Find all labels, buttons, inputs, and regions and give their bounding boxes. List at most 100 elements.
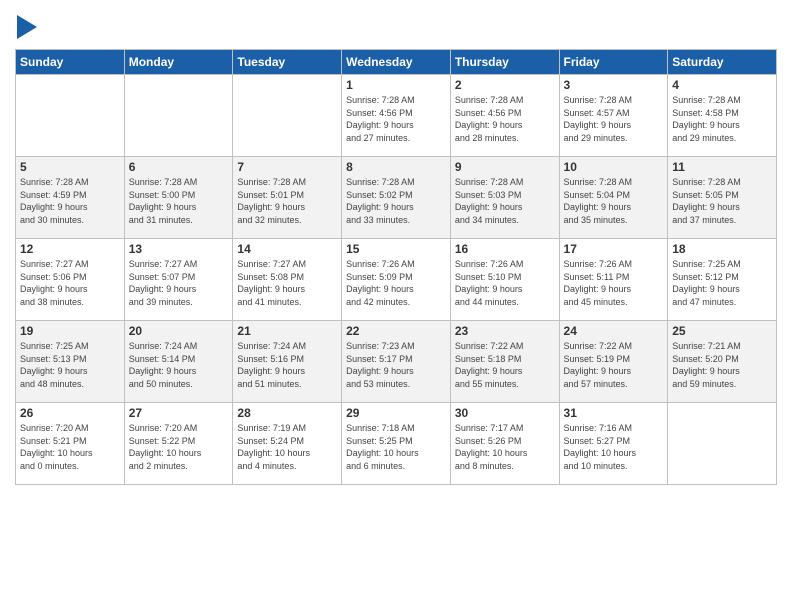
calendar-cell: 17 Sunrise: 7:26 AM Sunset: 5:11 PM Dayli… (559, 239, 668, 321)
calendar-cell: 9Sunrise: 7:28 AM Sunset: 5:03 PM Daylig… (450, 157, 559, 239)
day-number: 4 (672, 78, 772, 92)
calendar-cell: 1Sunrise: 7:28 AM Sunset: 4:56 PM Daylig… (342, 75, 451, 157)
calendar-cell: 27 Sunrise: 7:20 AM Sunset: 5:22 PM Dayli… (124, 403, 233, 485)
cell-content: Sunrise: 7:28 AM Sunset: 5:00 PM Dayligh… (129, 176, 229, 226)
day-number: 25 (672, 324, 772, 338)
day-number: 8 (346, 160, 446, 174)
day-number: 3 (564, 78, 664, 92)
calendar-cell: 3 Sunrise: 7:28 AM Sunset: 4:57 AM Daylig… (559, 75, 668, 157)
cell-content: Sunrise: 7:20 AM Sunset: 5:22 PM Dayligh… (129, 422, 229, 472)
day-number: 22 (346, 324, 446, 338)
day-number: 17 (564, 242, 664, 256)
calendar-cell: 26 Sunrise: 7:20 AM Sunset: 5:21 PM Dayli… (16, 403, 125, 485)
week-row-4: 19Sunrise: 7:25 AM Sunset: 5:13 PM Dayli… (16, 321, 777, 403)
day-number: 7 (237, 160, 337, 174)
day-number: 19 (20, 324, 120, 338)
week-row-1: 1 Sunrise: 7:28 AM Sunset: 4:56 PM Daylig… (16, 75, 777, 157)
cell-content: Sunrise: 7:18 AM Sunset: 5:25 PM Dayligh… (346, 422, 446, 472)
cell-content: Sunrise: 7:28 AM Sunset: 4:56 PM Dayligh… (455, 94, 555, 144)
calendar-cell: 23 Sunrise: 7:22 AM Sunset: 5:18 PM Dayli… (450, 321, 559, 403)
calendar-cell: 5Sunrise: 7:28 AM Sunset: 4:59 PM Daylig… (16, 157, 125, 239)
calendar-table: SundayMondayTuesdayWednesdayThursdayFrid… (15, 49, 777, 485)
calendar-cell (124, 75, 233, 157)
day-number: 11 (672, 160, 772, 174)
cell-content: Sunrise: 7:28 AM Sunset: 5:01 PM Dayligh… (237, 176, 337, 226)
week-row-2: 5Sunrise: 7:28 AM Sunset: 4:59 PM Daylig… (16, 157, 777, 239)
calendar-cell: 30 Sunrise: 7:17 AM Sunset: 5:26 PM Dayli… (450, 403, 559, 485)
calendar-cell: 6 Sunrise: 7:28 AM Sunset: 5:00 PM Daylig… (124, 157, 233, 239)
cell-content: Sunrise: 7:28 AM Sunset: 5:05 PM Dayligh… (672, 176, 772, 226)
cell-content: Sunrise: 7:28 AM Sunset: 5:02 PM Dayligh… (346, 176, 446, 226)
cell-content: Sunrise: 7:28 AM Sunset: 5:03 PM Dayligh… (455, 176, 555, 226)
cell-content: Sunrise: 7:23 AM Sunset: 5:17 PM Dayligh… (346, 340, 446, 390)
day-number: 2 (455, 78, 555, 92)
calendar-cell: 7 Sunrise: 7:28 AM Sunset: 5:01 PM Daylig… (233, 157, 342, 239)
calendar-cell: 24 Sunrise: 7:22 AM Sunset: 5:19 PM Dayli… (559, 321, 668, 403)
cell-content: Sunrise: 7:22 AM Sunset: 5:18 PM Dayligh… (455, 340, 555, 390)
calendar-cell: 2 Sunrise: 7:28 AM Sunset: 4:56 PM Daylig… (450, 75, 559, 157)
week-row-5: 26 Sunrise: 7:20 AM Sunset: 5:21 PM Dayli… (16, 403, 777, 485)
day-header-friday: Friday (559, 50, 668, 75)
day-number: 23 (455, 324, 555, 338)
calendar-cell: 21 Sunrise: 7:24 AM Sunset: 5:16 PM Dayli… (233, 321, 342, 403)
calendar-cell: 15 Sunrise: 7:26 AM Sunset: 5:09 PM Dayli… (342, 239, 451, 321)
day-number: 14 (237, 242, 337, 256)
calendar-cell: 31 Sunrise: 7:16 AM Sunset: 5:27 PM Dayli… (559, 403, 668, 485)
cell-content: Sunrise: 7:17 AM Sunset: 5:26 PM Dayligh… (455, 422, 555, 472)
day-number: 13 (129, 242, 229, 256)
calendar-cell: 20 Sunrise: 7:24 AM Sunset: 5:14 PM Dayli… (124, 321, 233, 403)
cell-content: Sunrise: 7:28 AM Sunset: 4:58 PM Dayligh… (672, 94, 772, 144)
day-number: 15 (346, 242, 446, 256)
header-row: SundayMondayTuesdayWednesdayThursdayFrid… (16, 50, 777, 75)
calendar-cell: 4 Sunrise: 7:28 AM Sunset: 4:58 PM Daylig… (668, 75, 777, 157)
day-header-sunday: Sunday (16, 50, 125, 75)
logo (15, 15, 37, 39)
day-number: 5 (20, 160, 120, 174)
day-number: 1 (346, 78, 446, 92)
cell-content: Sunrise: 7:19 AM Sunset: 5:24 PM Dayligh… (237, 422, 337, 472)
day-number: 20 (129, 324, 229, 338)
cell-content: Sunrise: 7:24 AM Sunset: 5:14 PM Dayligh… (129, 340, 229, 390)
calendar-cell: 28 Sunrise: 7:19 AM Sunset: 5:24 PM Dayli… (233, 403, 342, 485)
cell-content: Sunrise: 7:28 AM Sunset: 4:57 AM Dayligh… (564, 94, 664, 144)
day-number: 24 (564, 324, 664, 338)
calendar-cell (668, 403, 777, 485)
cell-content: Sunrise: 7:24 AM Sunset: 5:16 PM Dayligh… (237, 340, 337, 390)
calendar-cell: 18Sunrise: 7:25 AM Sunset: 5:12 PM Dayli… (668, 239, 777, 321)
day-number: 31 (564, 406, 664, 420)
calendar-header (15, 15, 777, 39)
cell-content: Sunrise: 7:16 AM Sunset: 5:27 PM Dayligh… (564, 422, 664, 472)
day-number: 18 (672, 242, 772, 256)
cell-content: Sunrise: 7:26 AM Sunset: 5:09 PM Dayligh… (346, 258, 446, 308)
calendar-cell: 11 Sunrise: 7:28 AM Sunset: 5:05 PM Dayli… (668, 157, 777, 239)
day-header-thursday: Thursday (450, 50, 559, 75)
cell-content: Sunrise: 7:20 AM Sunset: 5:21 PM Dayligh… (20, 422, 120, 472)
calendar-cell: 13 Sunrise: 7:27 AM Sunset: 5:07 PM Dayli… (124, 239, 233, 321)
day-number: 28 (237, 406, 337, 420)
day-header-wednesday: Wednesday (342, 50, 451, 75)
week-row-3: 12Sunrise: 7:27 AM Sunset: 5:06 PM Dayli… (16, 239, 777, 321)
cell-content: Sunrise: 7:27 AM Sunset: 5:08 PM Dayligh… (237, 258, 337, 308)
cell-content: Sunrise: 7:21 AM Sunset: 5:20 PM Dayligh… (672, 340, 772, 390)
calendar-cell (233, 75, 342, 157)
calendar-cell: 14 Sunrise: 7:27 AM Sunset: 5:08 PM Dayli… (233, 239, 342, 321)
day-number: 6 (129, 160, 229, 174)
day-header-tuesday: Tuesday (233, 50, 342, 75)
calendar-cell: 10Sunrise: 7:28 AM Sunset: 5:04 PM Dayli… (559, 157, 668, 239)
day-number: 26 (20, 406, 120, 420)
day-number: 10 (564, 160, 664, 174)
day-number: 21 (237, 324, 337, 338)
calendar-cell: 25 Sunrise: 7:21 AM Sunset: 5:20 PM Dayli… (668, 321, 777, 403)
calendar-cell: 29 Sunrise: 7:18 AM Sunset: 5:25 PM Dayli… (342, 403, 451, 485)
day-number: 29 (346, 406, 446, 420)
calendar-cell: 8 Sunrise: 7:28 AM Sunset: 5:02 PM Daylig… (342, 157, 451, 239)
day-number: 30 (455, 406, 555, 420)
calendar-cell: 22 Sunrise: 7:23 AM Sunset: 5:17 PM Dayli… (342, 321, 451, 403)
cell-content: Sunrise: 7:22 AM Sunset: 5:19 PM Dayligh… (564, 340, 664, 390)
cell-content: Sunrise: 7:27 AM Sunset: 5:07 PM Dayligh… (129, 258, 229, 308)
calendar-cell: 12Sunrise: 7:27 AM Sunset: 5:06 PM Dayli… (16, 239, 125, 321)
cell-content: Sunrise: 7:26 AM Sunset: 5:11 PM Dayligh… (564, 258, 664, 308)
day-number: 27 (129, 406, 229, 420)
day-number: 16 (455, 242, 555, 256)
cell-content: Sunrise: 7:26 AM Sunset: 5:10 PM Dayligh… (455, 258, 555, 308)
